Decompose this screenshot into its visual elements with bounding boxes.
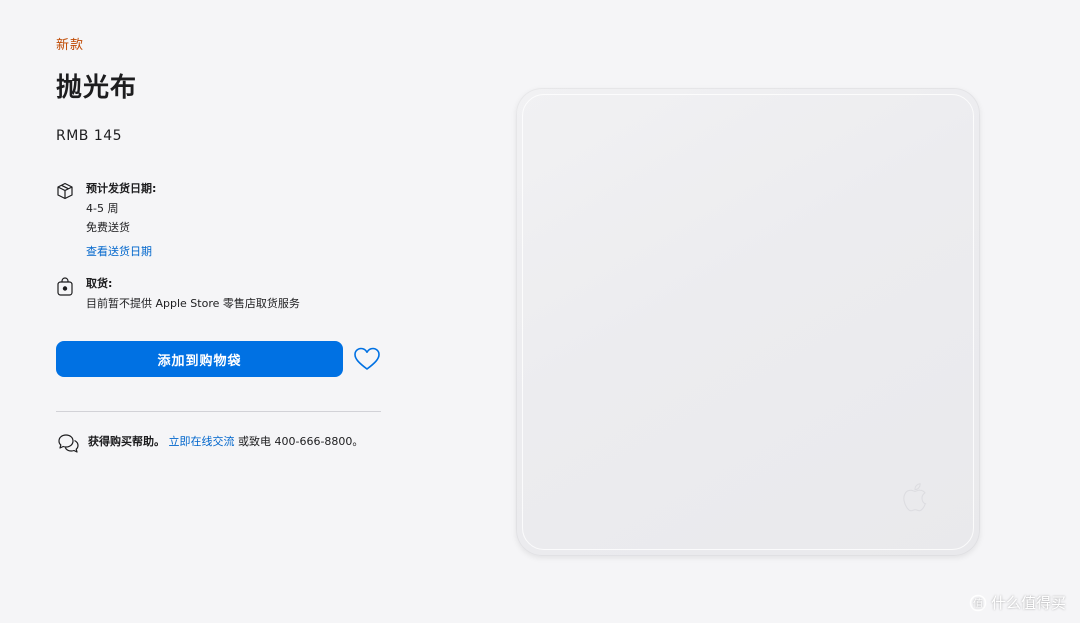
watermark: 值 什么值得买 <box>969 592 1066 613</box>
add-to-bag-button[interactable]: 添加到购物袋 <box>56 341 343 377</box>
shipping-info: 预计发货日期: 4-5 周 免费送货 查看送货日期 <box>56 182 386 259</box>
polishing-cloth-image <box>516 88 980 556</box>
help-lead: 获得购买帮助。 <box>88 435 165 448</box>
svg-text:值: 值 <box>973 597 983 610</box>
product-price: RMB 145 <box>56 128 123 144</box>
divider <box>56 411 381 412</box>
help-phone: 或致电 400-666-8800。 <box>238 435 364 448</box>
watermark-icon: 值 <box>969 594 987 612</box>
box-icon <box>56 182 74 200</box>
pickup-note: 目前暂不提供 Apple Store 零售店取货服务 <box>86 297 300 310</box>
pickup-info: 取货: 目前暂不提供 Apple Store 零售店取货服务 <box>56 277 386 311</box>
purchase-actions: 添加到购物袋 <box>56 341 386 377</box>
heart-icon[interactable] <box>352 345 382 373</box>
chat-bubbles-icon <box>56 432 80 454</box>
shipping-free: 免费送货 <box>86 221 130 234</box>
shipping-eta: 4-5 周 <box>86 202 119 215</box>
product-page: 新款 抛光布 RMB 145 预计发货日期: 4-5 周 免费送货 查看送货日期 <box>0 0 1080 623</box>
product-info-panel: 新款 抛光布 RMB 145 预计发货日期: 4-5 周 免费送货 查看送货日期 <box>56 34 386 456</box>
chat-now-link[interactable]: 立即在线交流 <box>169 435 235 448</box>
product-title: 抛光布 <box>56 73 138 103</box>
new-badge: 新款 <box>56 38 85 53</box>
purchase-help: 获得购买帮助。 立即在线交流 或致电 400-666-8800。 <box>56 432 386 456</box>
watermark-text: 什么值得买 <box>990 594 1066 612</box>
shipping-title: 预计发货日期: <box>86 182 157 195</box>
apple-logo-icon <box>900 480 930 514</box>
view-delivery-dates-link[interactable]: 查看送货日期 <box>86 245 152 259</box>
product-image <box>512 84 986 560</box>
store-bag-icon <box>56 277 74 296</box>
pickup-title: 取货: <box>86 277 113 290</box>
